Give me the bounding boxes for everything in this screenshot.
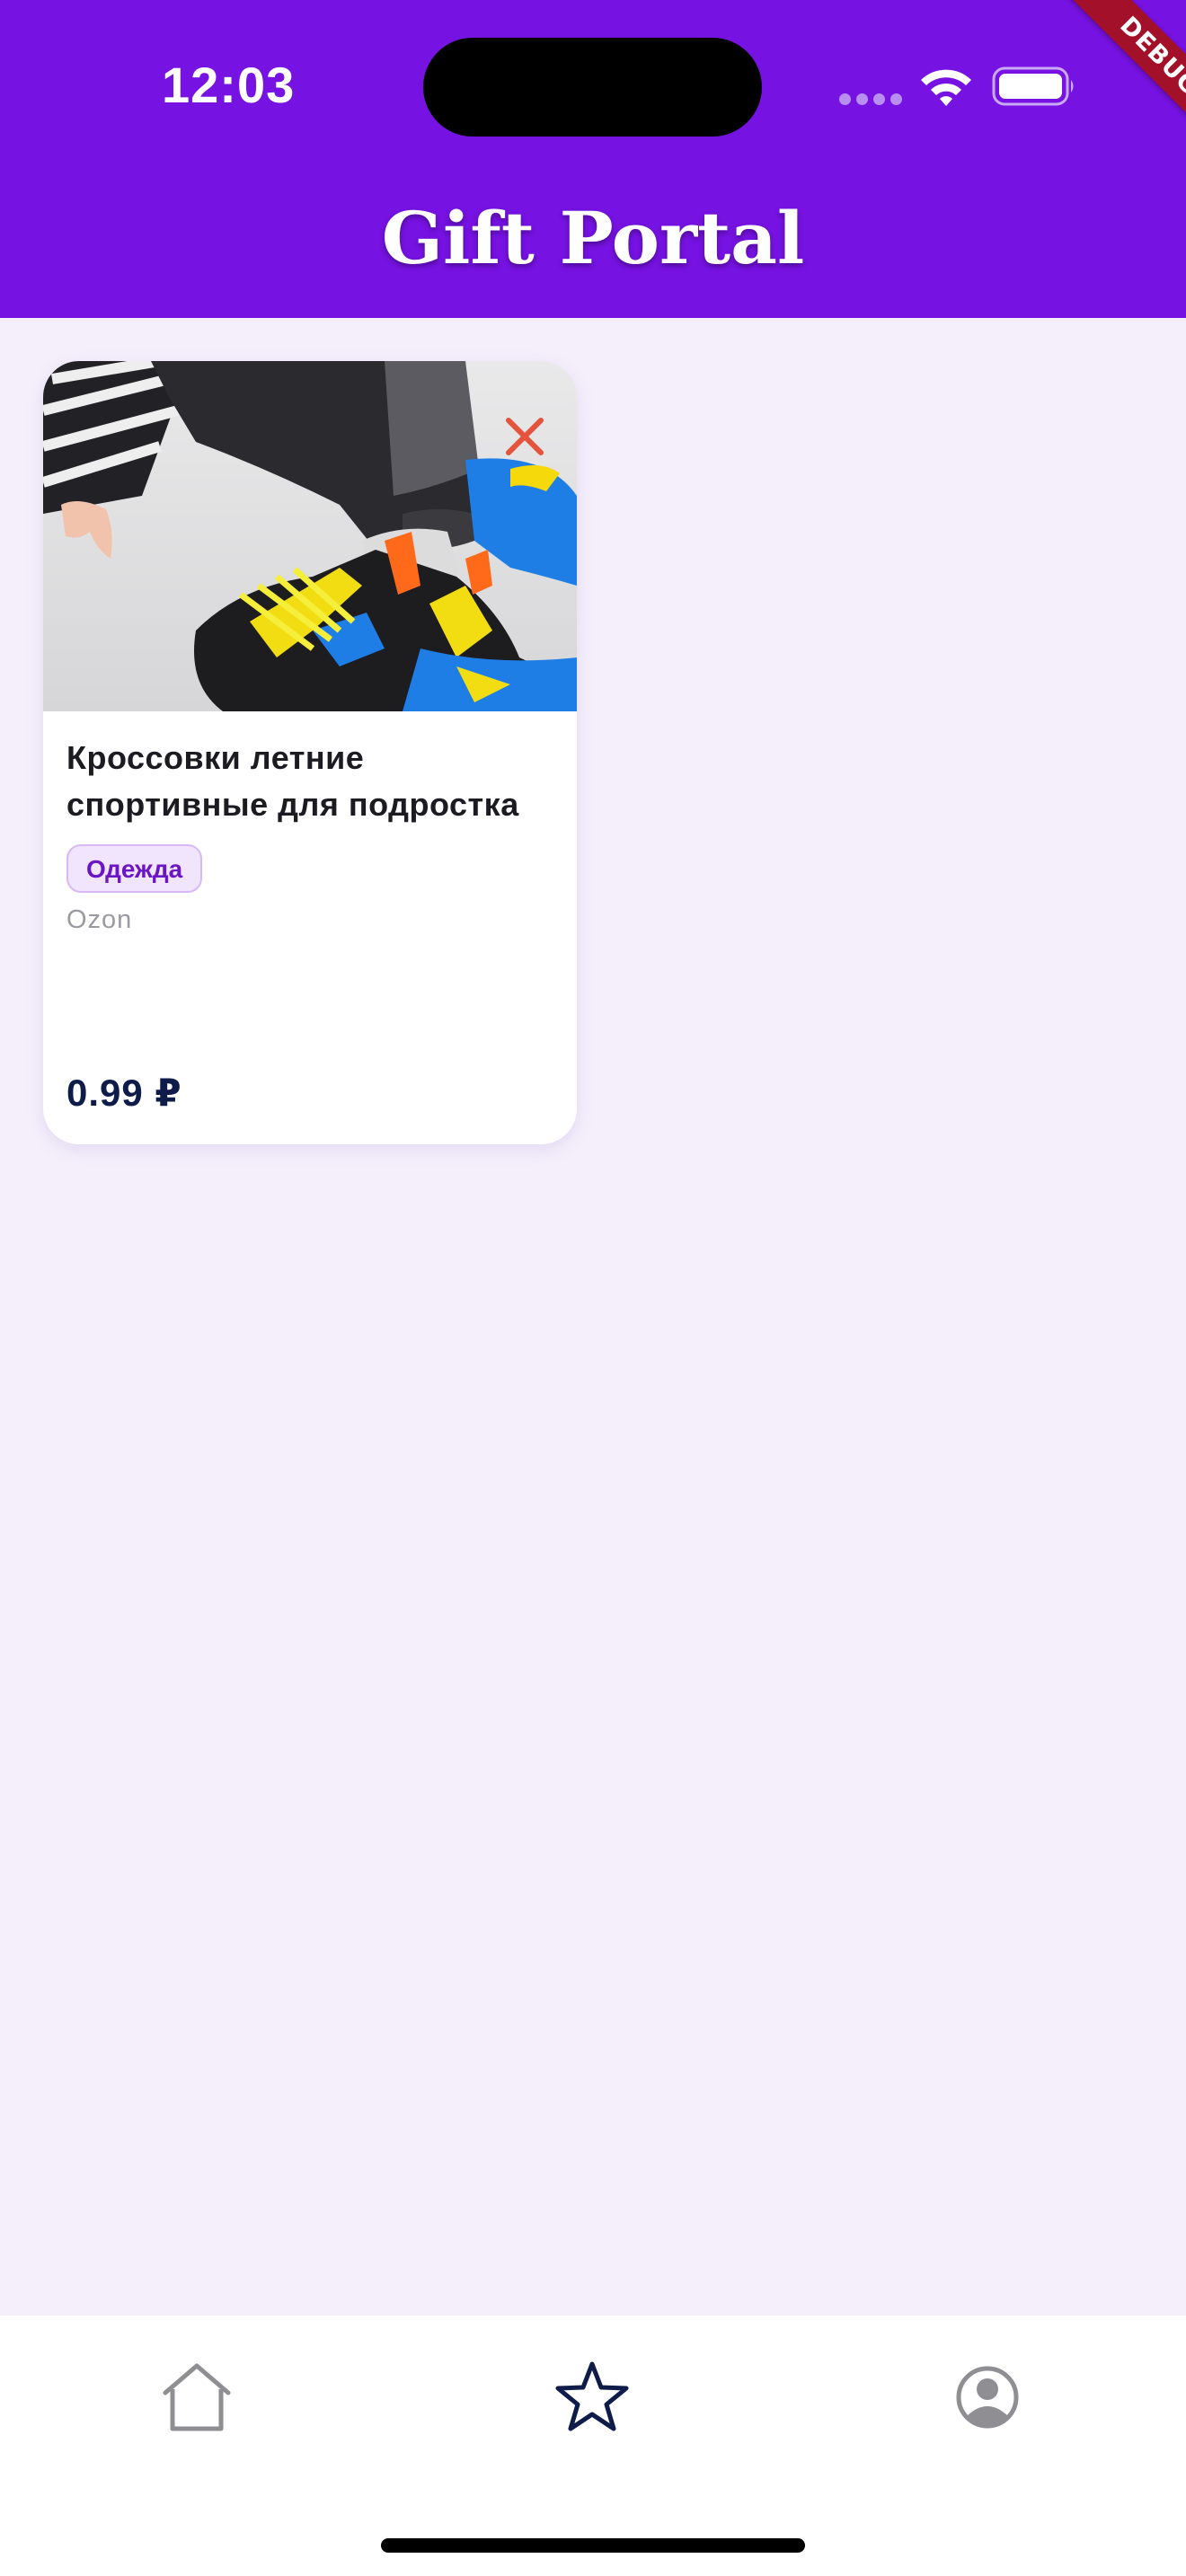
product-details: Кроссовки летние спортивные для подростк… bbox=[66, 735, 561, 935]
bottom-navigation bbox=[0, 2316, 1186, 2576]
profile-icon[interactable] bbox=[947, 2357, 1028, 2438]
app-header: 12:03 DEBUG Gift Portal bbox=[0, 0, 1186, 318]
status-time: 12:03 bbox=[162, 57, 296, 113]
dynamic-island bbox=[423, 38, 762, 137]
favorites-screen: 12:03 DEBUG Gift Portal Кроссовки летние… bbox=[0, 0, 1186, 2576]
wifi-icon bbox=[921, 69, 971, 106]
debug-label: DEBUG bbox=[1061, 0, 1186, 154]
debug-banner: DEBUG bbox=[1006, 0, 1186, 180]
product-title: Кроссовки летние спортивные для подростк… bbox=[66, 739, 519, 823]
store-name: Ozon bbox=[66, 905, 133, 934]
sneaker-photo-icon bbox=[43, 361, 577, 711]
product-price: 0.99 ₽ bbox=[66, 1072, 182, 1114]
remove-favorite-button[interactable] bbox=[498, 410, 552, 463]
home-icon[interactable] bbox=[156, 2357, 237, 2438]
category-badge: Одежда bbox=[66, 844, 203, 893]
page-title: Gift Portal bbox=[381, 196, 805, 280]
cellular-signal-icon bbox=[839, 93, 902, 106]
star-icon[interactable] bbox=[552, 2357, 633, 2438]
home-indicator bbox=[381, 2538, 805, 2553]
product-card[interactable]: Кроссовки летние спортивные для подростк… bbox=[43, 361, 577, 1144]
